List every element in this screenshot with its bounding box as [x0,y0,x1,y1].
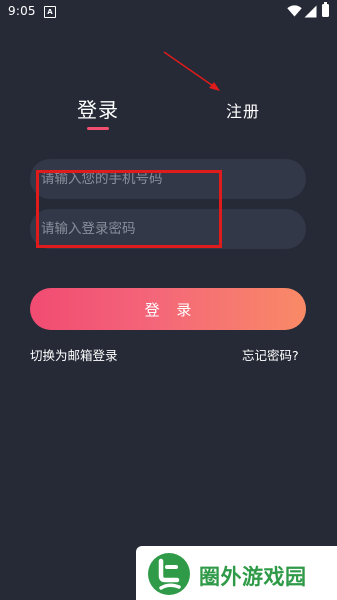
login-button[interactable]: 登 录 [30,288,306,330]
tab-register[interactable]: 注册 [226,98,260,122]
status-time: 9:05 [8,4,36,18]
tab-login[interactable]: 登录 [77,94,119,123]
battery-icon [322,2,329,17]
watermark-text: 圈外游戏园 [199,565,307,589]
annotation-arrow-icon [163,51,220,91]
active-tab-indicator [87,127,109,130]
wifi-icon [287,5,302,17]
signal-icon [304,5,317,18]
switch-email-login-link[interactable]: 切换为邮箱登录 [30,345,118,364]
notification-icon: A [44,6,56,18]
status-bar: 9:05 A [0,0,337,24]
watermark-logo-icon [148,553,190,595]
annotation-highlight-box [36,170,222,248]
forgot-password-link[interactable]: 忘记密码? [242,345,299,364]
